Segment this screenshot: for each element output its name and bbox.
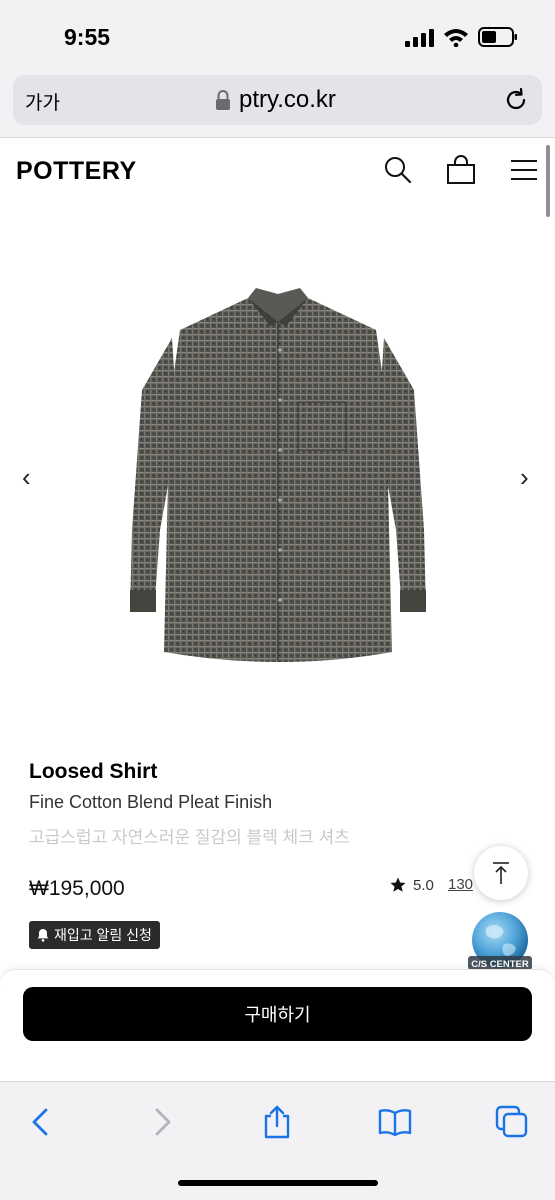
forward-icon[interactable] <box>143 1104 179 1140</box>
status-bar: 9:55 <box>0 0 555 70</box>
product-description: 고급스럽고 자연스러운 질감의 블렉 체크 셔츠 <box>29 828 350 847</box>
cs-center-button[interactable]: C/S CENTER <box>466 910 534 974</box>
rating-value: 5.0 <box>413 876 434 894</box>
product-price: ₩195,000 <box>29 877 125 900</box>
restock-alert-label: 재입고 알림 신청 <box>54 927 152 943</box>
tabs-icon[interactable] <box>494 1104 530 1140</box>
product-name: Loosed Shirt <box>29 760 158 783</box>
prev-image-arrow[interactable]: ‹ <box>22 462 31 493</box>
purchase-sheet: 구매하기 <box>0 969 555 1081</box>
browser-address-area: 가가 ptry.co.kr <box>0 70 555 138</box>
site-header: POTTERY <box>0 139 555 203</box>
home-indicator <box>178 1180 378 1186</box>
text-size-button[interactable]: 가가 <box>25 88 60 115</box>
site-logo[interactable]: POTTERY <box>16 157 137 186</box>
shopping-bag-icon[interactable] <box>446 155 476 185</box>
review-count-link[interactable]: 130 <box>448 876 473 893</box>
url-text[interactable]: ptry.co.kr <box>239 86 336 114</box>
cellular-signal-icon <box>405 29 434 47</box>
status-time: 9:55 <box>64 24 111 50</box>
wifi-icon <box>444 29 468 47</box>
search-icon[interactable] <box>383 155 413 185</box>
restock-alert-button[interactable]: 재입고 알림 신청 <box>29 921 160 949</box>
back-icon[interactable] <box>24 1104 60 1140</box>
scroll-indicator <box>546 145 550 217</box>
star-icon <box>390 877 406 892</box>
address-bar[interactable]: 가가 ptry.co.kr <box>13 75 542 125</box>
reload-icon[interactable] <box>503 87 529 113</box>
next-image-arrow[interactable]: › <box>520 462 529 493</box>
scroll-to-top-button[interactable] <box>474 846 528 900</box>
arrow-up-to-top-icon <box>493 862 509 884</box>
menu-icon[interactable] <box>509 155 539 185</box>
lock-icon <box>216 90 230 110</box>
product-subtitle: Fine Cotton Blend Pleat Finish <box>29 792 273 812</box>
bookmarks-icon[interactable] <box>377 1104 413 1140</box>
battery-icon <box>478 27 517 47</box>
bell-icon <box>37 929 49 942</box>
buy-button[interactable]: 구매하기 <box>23 987 532 1041</box>
share-icon[interactable] <box>259 1104 295 1140</box>
product-image[interactable] <box>120 280 436 680</box>
product-rating: 5.0 <box>389 873 434 897</box>
